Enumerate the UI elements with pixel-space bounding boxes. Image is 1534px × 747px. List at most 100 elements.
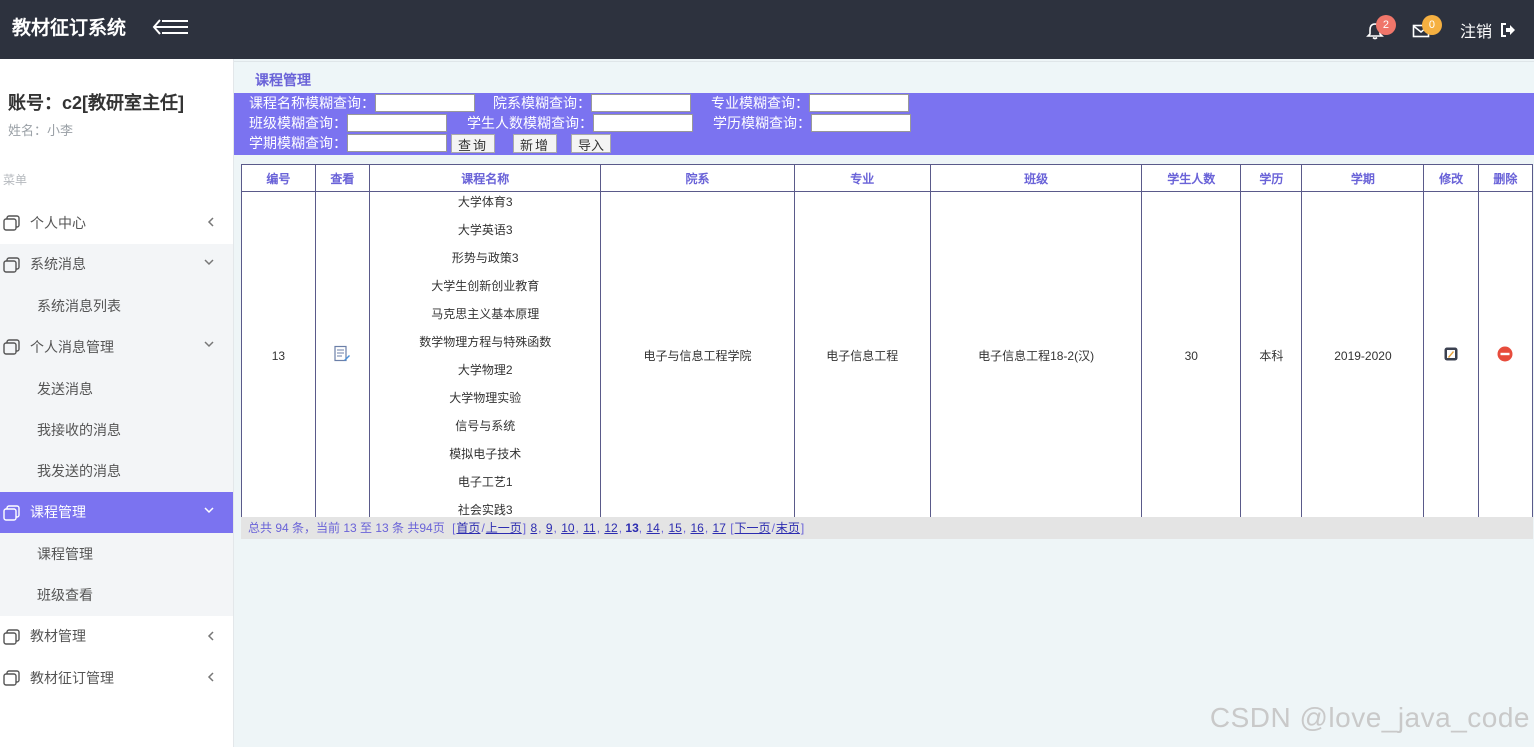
prev-page-link[interactable]: 上一页	[486, 521, 522, 535]
pagination: 总共 94 条，当前 13 至 13 条 共94页 [首页/上一页] 8, 9,…	[241, 517, 1533, 539]
watermark: CSDN @love_java_code	[1209, 702, 1530, 733]
chevron-down-icon	[204, 259, 214, 265]
page-link[interactable]: 16	[690, 521, 703, 535]
folder-icon	[3, 339, 20, 356]
sidebar-subitem-class-view[interactable]: 班级查看	[0, 574, 233, 616]
table-row: 13 大学体育3 大学英语3 形势与政策3 大学生创新创业教育 马克思主义基本原…	[241, 191, 1534, 520]
page-link[interactable]: 11	[583, 521, 595, 535]
chevron-down-icon	[204, 341, 214, 348]
col-course-name: 课程名称	[369, 164, 602, 192]
cell-department: 电子与信息工程学院	[600, 191, 795, 520]
col-view: 查看	[314, 164, 371, 192]
add-button[interactable]: 新增	[513, 133, 558, 153]
sidebar-subitem-send-message[interactable]: 发送消息	[0, 367, 233, 410]
menu-collapse-icon[interactable]	[152, 14, 192, 40]
col-department: 院系	[600, 164, 795, 192]
course-name-item: 大学物理2	[457, 363, 513, 377]
folder-icon	[3, 256, 20, 273]
page-link[interactable]: 10	[561, 521, 574, 535]
course-name-item: 大学物理实验	[449, 391, 522, 405]
page-link[interactable]: 17	[713, 521, 726, 535]
department-input[interactable]	[591, 94, 691, 112]
course-table-wrap: 编号 查看 课程名称 院系 专业 班级 学生人数 学历 学期 修改 删除 13	[241, 164, 1534, 520]
message-button[interactable]: 0	[1410, 14, 1442, 43]
sidebar-subitem-system-message-list[interactable]: 系统消息列表	[0, 285, 233, 327]
minus-circle-icon	[1497, 346, 1513, 362]
notification-button[interactable]: 2	[1364, 14, 1396, 43]
chevron-left-icon	[207, 217, 214, 227]
top-header: 教材征订系统 2 0 注销	[0, 0, 1534, 59]
folder-icon	[3, 215, 20, 231]
course-name-item: 数学物理方程与特殊函数	[419, 335, 552, 349]
cell-student-count: 30	[1141, 191, 1242, 520]
sidebar-item-system-messages[interactable]: 系统消息	[0, 243, 233, 286]
education-label: 学历模糊查询：	[713, 115, 811, 131]
first-page-link[interactable]: 首页	[456, 521, 480, 535]
account-info: 账号：c2[教研室主任]	[8, 93, 185, 113]
sidebar-subitem-course-management[interactable]: 课程管理	[0, 533, 233, 575]
next-page-link[interactable]: 下一页	[735, 521, 771, 535]
course-name-item: 形势与政策3	[451, 251, 519, 265]
page-link[interactable]: 15	[668, 521, 681, 535]
course-name-item: 大学生创新创业教育	[431, 279, 540, 293]
sidebar-item-course-management[interactable]: 课程管理	[0, 491, 233, 534]
main-content: 课程管理 课程名称模糊查询： 院系模糊查询： 专业模糊查询： 班级模糊查询： 学…	[234, 59, 1534, 747]
col-major: 专业	[793, 164, 932, 192]
sidebar-item-personal-messages[interactable]: 个人消息管理	[0, 326, 233, 368]
col-edit: 修改	[1423, 164, 1479, 192]
page-link[interactable]: 14	[646, 521, 659, 535]
page-link[interactable]: 9	[546, 521, 553, 535]
semester-input[interactable]	[347, 134, 447, 152]
edit-button[interactable]	[1423, 191, 1479, 520]
query-button[interactable]: 查询	[451, 133, 496, 153]
course-name-input[interactable]	[375, 94, 475, 112]
folder-icon	[3, 670, 20, 686]
menu-title: 菜单	[3, 173, 28, 187]
edit-icon	[1444, 347, 1458, 361]
sidebar-subitem-received-messages[interactable]: 我接收的消息	[0, 409, 233, 451]
sidebar-subitem-sent-messages[interactable]: 我发送的消息	[0, 450, 233, 492]
course-name-item: 大学英语3	[457, 223, 513, 237]
course-name-item: 马克思主义基本原理	[431, 307, 540, 321]
search-panel: 课程名称模糊查询： 院系模糊查询： 专业模糊查询： 班级模糊查询： 学生人数模糊…	[234, 93, 1534, 155]
course-name-item: 信号与系统	[455, 419, 516, 433]
col-class: 班级	[930, 164, 1143, 192]
chevron-left-icon	[207, 672, 214, 682]
logout-button[interactable]: 注销	[1460, 18, 1516, 42]
current-page: 13	[625, 521, 639, 535]
page-link[interactable]: 8	[530, 521, 537, 535]
cell-class: 电子信息工程18-2(汉)	[930, 191, 1143, 520]
chevron-down-icon	[204, 507, 214, 513]
class-label: 班级模糊查询：	[249, 115, 347, 131]
app-title: 教材征订系统	[12, 18, 127, 39]
col-semester: 学期	[1301, 164, 1425, 192]
col-delete: 删除	[1477, 164, 1534, 192]
page-link[interactable]: 12	[604, 521, 617, 535]
logout-label: 注销	[1459, 23, 1492, 41]
folder-icon	[3, 504, 20, 521]
education-input[interactable]	[811, 114, 911, 132]
student-count-input[interactable]	[593, 114, 693, 132]
cell-course-names: 大学体育3 大学英语3 形势与政策3 大学生创新创业教育 马克思主义基本原理 数…	[369, 191, 602, 520]
sidebar-item-textbook-order-management[interactable]: 教材征订管理	[0, 657, 233, 699]
notification-badge: 2	[1375, 14, 1396, 35]
cell-major: 电子信息工程	[793, 191, 932, 520]
sidebar-nav: 个人中心 系统消息 系统消息列表 个人消息管理 发送消息 我接收的消息 我发送的…	[0, 202, 233, 699]
sidebar-item-textbook-management[interactable]: 教材管理	[0, 616, 233, 658]
course-name-label: 课程名称模糊查询：	[249, 95, 375, 111]
cell-id: 13	[241, 191, 316, 520]
class-input[interactable]	[347, 114, 447, 132]
cell-education: 本科	[1240, 191, 1303, 520]
col-education: 学历	[1240, 164, 1303, 192]
view-button[interactable]	[314, 191, 371, 520]
delete-button[interactable]	[1477, 191, 1534, 520]
table-header-row: 编号 查看 课程名称 院系 专业 班级 学生人数 学历 学期 修改 删除	[241, 164, 1534, 192]
sidebar-item-personal-center[interactable]: 个人中心	[0, 202, 233, 244]
document-edit-icon	[334, 345, 351, 362]
last-page-link[interactable]: 末页	[776, 521, 800, 535]
course-table: 编号 查看 课程名称 院系 专业 班级 学生人数 学历 学期 修改 删除 13	[241, 164, 1534, 520]
sign-out-icon	[1501, 22, 1515, 37]
course-name-item: 电子工艺1	[457, 475, 513, 489]
major-input[interactable]	[809, 94, 909, 112]
import-button[interactable]: 导入	[571, 133, 612, 153]
